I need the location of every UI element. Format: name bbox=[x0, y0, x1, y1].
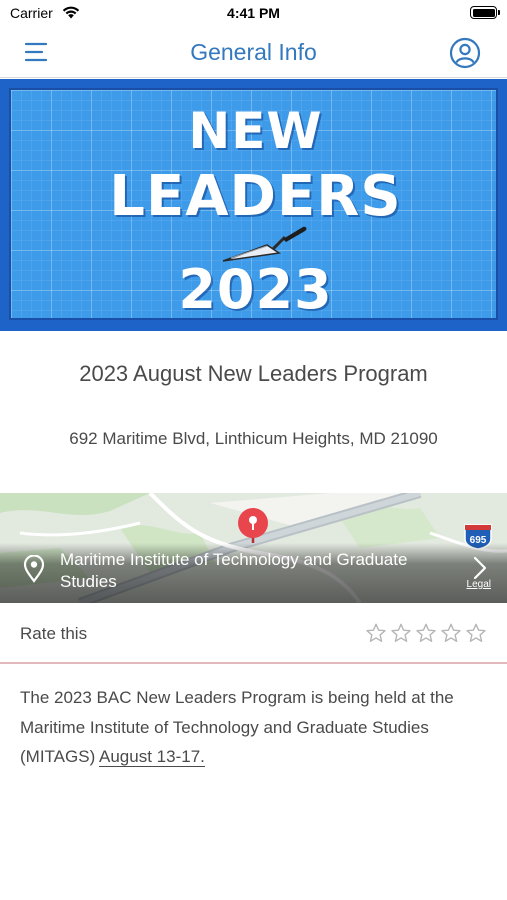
date-link[interactable]: August 13-17. bbox=[99, 747, 205, 767]
description-text: The 2023 BAC New Leaders Program is bein… bbox=[20, 688, 454, 766]
rating-label: Rate this bbox=[20, 624, 88, 643]
page-title: General Info bbox=[190, 39, 317, 65]
status-bar: Carrier 4:41 PM bbox=[0, 0, 507, 28]
map-legal-link[interactable]: Legal bbox=[467, 579, 491, 590]
location-map[interactable]: 695 Maritime Institute of Technology and… bbox=[0, 493, 507, 603]
hero-banner: NEW LEADERS 2023 bbox=[0, 79, 507, 331]
map-location-name: Maritime Institute of Technology and Gra… bbox=[60, 550, 408, 591]
status-time: 4:41 PM bbox=[227, 5, 280, 21]
star-icon-1[interactable] bbox=[365, 622, 387, 644]
star-rating[interactable] bbox=[365, 622, 487, 646]
hero-line-new: NEW bbox=[188, 102, 323, 160]
star-icon-5[interactable] bbox=[465, 622, 487, 644]
event-description: The 2023 BAC New Leaders Program is bein… bbox=[20, 683, 490, 772]
battery-icon bbox=[470, 6, 500, 19]
nav-bar: General Info bbox=[0, 28, 507, 78]
hero-line-year: 2023 bbox=[178, 258, 333, 321]
star-icon-3[interactable] bbox=[415, 622, 437, 644]
profile-icon[interactable] bbox=[449, 37, 481, 69]
star-icon-2[interactable] bbox=[390, 622, 412, 644]
chevron-right-icon[interactable] bbox=[473, 556, 487, 580]
hero-line-leaders: LEADERS bbox=[109, 164, 402, 229]
rating-row: Rate this bbox=[0, 604, 507, 664]
event-title: 2023 August New Leaders Program bbox=[79, 361, 428, 386]
star-icon-4[interactable] bbox=[440, 622, 462, 644]
blueprint-background: NEW LEADERS 2023 bbox=[9, 88, 498, 321]
location-pin-icon bbox=[23, 555, 45, 583]
event-address: 692 Maritime Blvd, Linthicum Heights, MD… bbox=[69, 429, 438, 448]
